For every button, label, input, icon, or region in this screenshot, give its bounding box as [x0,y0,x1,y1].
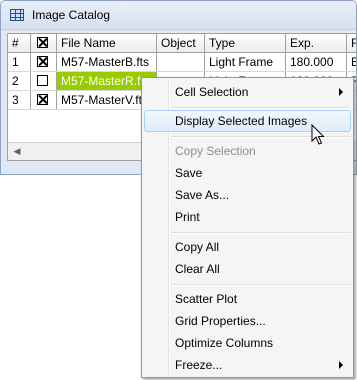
submenu-arrow-icon [339,361,343,369]
grid-header: # File Name Object Type Exp. Fi [8,34,356,53]
select-all-checkbox[interactable] [37,37,48,48]
type-cell[interactable]: Light Frame [205,53,286,71]
row-select-cell[interactable] [31,53,57,71]
row-checkbox[interactable] [37,94,48,105]
menu-item-label: Cell Selection [175,85,249,99]
context-menu: Cell Selection Display Selected Images C… [141,77,354,378]
filter-cell[interactable]: B [347,53,356,71]
menu-item-label: Save As... [175,188,230,202]
column-header-exposure[interactable]: Exp. [286,34,347,52]
column-header-number[interactable]: # [8,34,31,52]
menu-item-label: Freeze... [175,358,223,372]
menu-separator [172,284,350,286]
menu-item-label: Copy All [175,240,220,254]
scroll-left-arrow-icon[interactable]: ◀ [10,145,24,158]
column-header-filter[interactable]: Fi [347,34,356,52]
menu-item-label: Print [175,210,200,224]
menu-item-clear-all[interactable]: Clear All [144,258,351,280]
menu-item-label: Copy Selection [175,144,256,158]
window-title: Image Catalog [32,8,111,22]
file-name-cell[interactable]: M57-MasterB.fts [57,53,157,71]
object-cell[interactable] [157,53,205,71]
exposure-cell[interactable]: 180.000 [286,53,347,71]
menu-item-grid-properties[interactable]: Grid Properties... [144,310,351,332]
row-checkbox[interactable] [37,56,48,67]
menu-item-label: Grid Properties... [175,314,266,328]
menu-item-print[interactable]: Print [144,206,351,228]
title-bar[interactable]: Image Catalog [1,1,356,30]
submenu-arrow-icon [339,88,343,96]
table-row[interactable]: 1 M57-MasterB.fts Light Frame 180.000 B [8,53,356,72]
menu-item-save[interactable]: Save [144,162,351,184]
table-icon [10,9,24,21]
menu-item-label: Scatter Plot [175,292,238,306]
menu-item-save-as[interactable]: Save As... [144,184,351,206]
menu-separator [172,232,350,234]
menu-item-label: Clear All [175,262,220,276]
mouse-pointer-icon [311,124,325,145]
menu-item-label: Optimize Columns [175,336,274,350]
row-number: 2 [8,72,31,90]
menu-item-freeze[interactable]: Freeze... [144,354,351,376]
page: Image Catalog # File Name Object Type Ex… [0,0,357,380]
row-number: 3 [8,91,31,109]
column-header-select[interactable] [31,34,57,52]
column-header-type[interactable]: Type [205,34,286,52]
menu-item-optimize-columns[interactable]: Optimize Columns [144,332,351,354]
menu-item-cell-selection[interactable]: Cell Selection [144,81,351,103]
menu-item-label: Display Selected Images [175,114,308,128]
menu-item-copy-all[interactable]: Copy All [144,236,351,258]
column-header-file-name[interactable]: File Name [57,34,157,52]
row-number: 1 [8,53,31,71]
menu-item-label: Save [175,166,203,180]
column-header-object[interactable]: Object [157,34,205,52]
row-select-cell[interactable] [31,91,57,109]
row-checkbox[interactable] [37,75,48,86]
menu-item-scatter-plot[interactable]: Scatter Plot [144,288,351,310]
row-select-cell[interactable] [31,72,57,90]
menu-separator [172,107,350,109]
